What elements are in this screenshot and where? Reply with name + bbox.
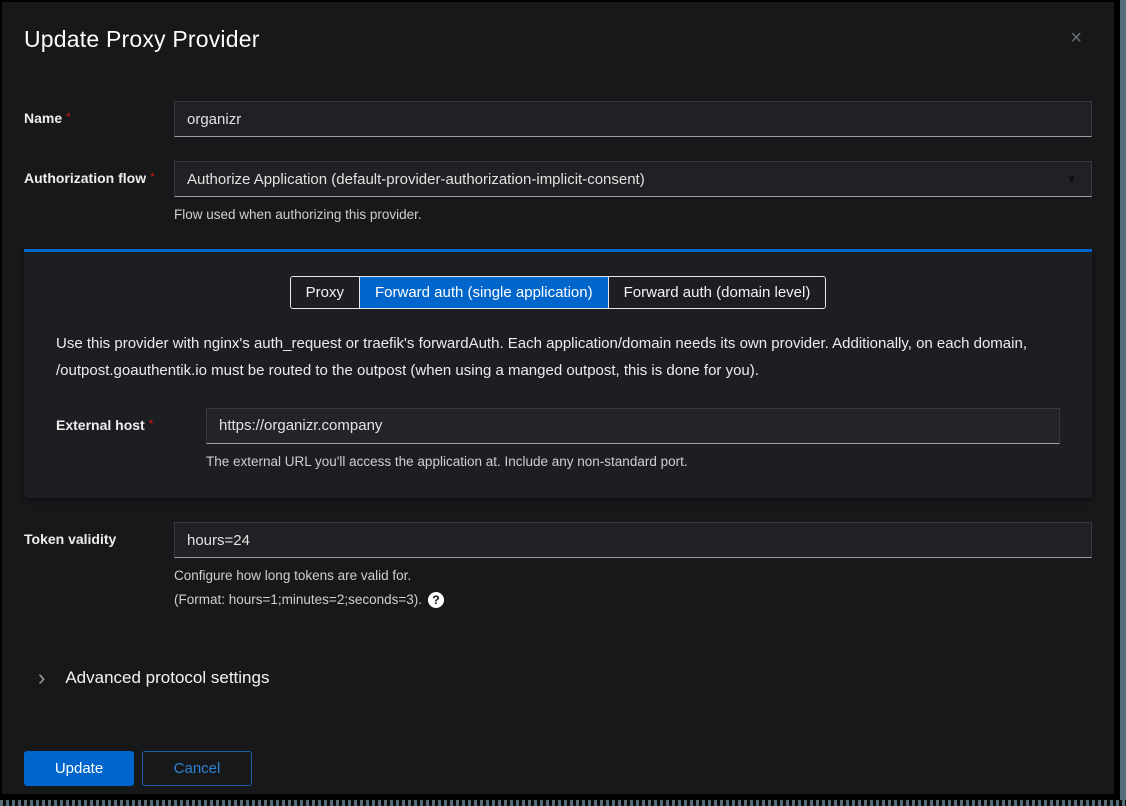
name-input[interactable] xyxy=(174,101,1092,137)
token-validity-format-help: (Format: hours=1;minutes=2;seconds=3). ? xyxy=(174,590,1092,610)
advanced-protocol-settings-expander[interactable]: › Advanced protocol settings xyxy=(24,667,1092,689)
chevron-down-icon: ▾ xyxy=(1068,171,1075,187)
modal-title: Update Proxy Provider xyxy=(24,26,1092,53)
authorization-flow-row: Authorization flow * Authorize Applicatio… xyxy=(24,161,1092,225)
tab-forward-auth-single-application[interactable]: Forward auth (single application) xyxy=(359,277,608,308)
required-asterisk: * xyxy=(150,170,155,184)
external-host-row: External host * The external URL you'll a… xyxy=(56,408,1060,472)
window-edge-bottom xyxy=(0,800,1126,806)
proxy-mode-card: Proxy Forward auth (single application) … xyxy=(24,249,1092,498)
name-label: Name xyxy=(24,110,62,126)
tab-forward-auth-domain-level[interactable]: Forward auth (domain level) xyxy=(608,277,826,308)
external-host-label: External host xyxy=(56,417,145,433)
modal-footer: Update Cancel xyxy=(24,751,1092,786)
advanced-protocol-settings-label: Advanced protocol settings xyxy=(65,668,269,688)
cancel-button[interactable]: Cancel xyxy=(142,751,252,786)
token-validity-label: Token validity xyxy=(24,531,116,547)
chevron-right-icon: › xyxy=(38,667,45,689)
required-asterisk: * xyxy=(66,110,71,124)
authorization-flow-help: Flow used when authorizing this provider… xyxy=(174,205,1092,225)
required-asterisk: * xyxy=(149,417,154,431)
forward-auth-description: Use this provider with nginx's auth_requ… xyxy=(56,331,1060,384)
close-icon[interactable]: × xyxy=(1070,28,1082,48)
tab-proxy[interactable]: Proxy xyxy=(291,277,359,308)
authorization-flow-select[interactable]: Authorize Application (default-provider-… xyxy=(174,161,1092,197)
external-host-help: The external URL you'll access the appli… xyxy=(206,452,1060,472)
authorization-flow-label: Authorization flow xyxy=(24,170,146,186)
token-validity-input[interactable] xyxy=(174,522,1092,558)
screenshot-frame: Update Proxy Provider × Name * Authorizat… xyxy=(0,0,1126,806)
token-validity-help: Configure how long tokens are valid for. xyxy=(174,566,1092,586)
proxy-mode-toggle-group: Proxy Forward auth (single application) … xyxy=(32,276,1084,309)
name-row: Name * xyxy=(24,101,1092,137)
external-host-input[interactable] xyxy=(206,408,1060,444)
update-proxy-provider-modal: Update Proxy Provider × Name * Authorizat… xyxy=(2,2,1114,794)
token-validity-row: Token validity Configure how long tokens… xyxy=(24,522,1092,611)
help-question-icon[interactable]: ? xyxy=(428,592,444,608)
authorization-flow-selected-option: Authorize Application (default-provider-… xyxy=(187,171,645,188)
update-button[interactable]: Update xyxy=(24,751,134,786)
window-edge-right xyxy=(1120,0,1126,806)
